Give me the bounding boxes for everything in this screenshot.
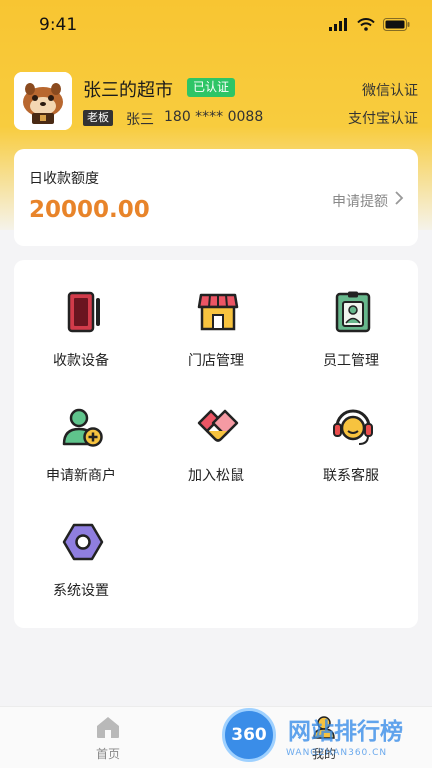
employee-badge-icon <box>335 291 371 333</box>
menu-item-pos-device[interactable]: 收款设备 <box>14 260 148 370</box>
menu-item-join-squirrel[interactable]: 加入松鼠 <box>149 375 283 485</box>
role-badge: 老板 <box>83 110 113 126</box>
feature-menu: 收款设备 门店管理 员工管理 申请新商户 加入松鼠 联系客服 系统设置 <box>14 260 418 628</box>
watermark-logo: 360 <box>222 708 276 762</box>
menu-item-employee-management[interactable]: 员工管理 <box>284 260 418 370</box>
menu-item-label: 系统设置 <box>53 583 109 599</box>
menu-item-apply-merchant[interactable]: 申请新商户 <box>14 375 148 485</box>
verified-badge: 已认证 <box>187 78 236 97</box>
pos-device-icon <box>67 291 100 333</box>
battery-icon <box>383 18 410 31</box>
quota-value: 20000.00 <box>29 197 150 223</box>
tab-home-label: 首页 <box>95 747 120 761</box>
menu-item-label: 收款设备 <box>53 353 109 369</box>
watermark-title: 网站排行榜 <box>288 719 403 745</box>
add-merchant-icon <box>62 408 103 447</box>
status-time: 9:41 <box>39 15 78 35</box>
alipay-auth-link[interactable]: 支付宝认证 <box>348 108 418 128</box>
menu-item-system-settings[interactable]: 系统设置 <box>14 490 148 600</box>
apply-increase-link[interactable]: 申请提额 <box>332 191 388 211</box>
site-watermark: 360 网站排行榜 WANGZHAN360.CN <box>220 706 432 768</box>
home-icon <box>97 717 119 738</box>
menu-item-label: 申请新商户 <box>46 468 116 484</box>
daily-quota-card: 日收款额度 20000.00 申请提额 <box>14 149 418 246</box>
status-icons <box>329 18 410 31</box>
wifi-icon <box>357 18 375 31</box>
tab-home[interactable]: 首页 <box>68 715 148 762</box>
merchant-profile: 张三的超市 已认证 老板 张三 180 **** 0088 微信认证 支付宝认证 <box>14 72 418 132</box>
store-name: 张三的超市 <box>83 80 173 101</box>
menu-item-label: 门店管理 <box>188 353 244 369</box>
avatar[interactable] <box>14 72 72 130</box>
menu-item-label: 员工管理 <box>323 353 379 369</box>
settings-hexagon-icon <box>62 523 104 561</box>
signal-icon <box>329 18 347 31</box>
menu-item-label: 联系客服 <box>323 468 379 484</box>
squirrel-logo-icon <box>14 72 72 130</box>
status-bar: 9:41 <box>0 0 432 50</box>
watermark-url: WANGZHAN360.CN <box>286 748 388 758</box>
menu-item-label: 加入松鼠 <box>188 468 244 484</box>
chevron-right-icon[interactable] <box>394 190 404 206</box>
menu-item-contact-support[interactable]: 联系客服 <box>284 375 418 485</box>
storefront-icon <box>197 293 239 331</box>
handshake-icon <box>197 409 239 442</box>
owner-name: 张三 <box>126 112 154 128</box>
owner-phone: 180 **** 0088 <box>164 109 264 125</box>
wechat-auth-link[interactable]: 微信认证 <box>362 80 418 100</box>
quota-label: 日收款额度 <box>29 171 99 187</box>
headset-icon <box>333 409 373 445</box>
menu-item-store-management[interactable]: 门店管理 <box>149 260 283 370</box>
